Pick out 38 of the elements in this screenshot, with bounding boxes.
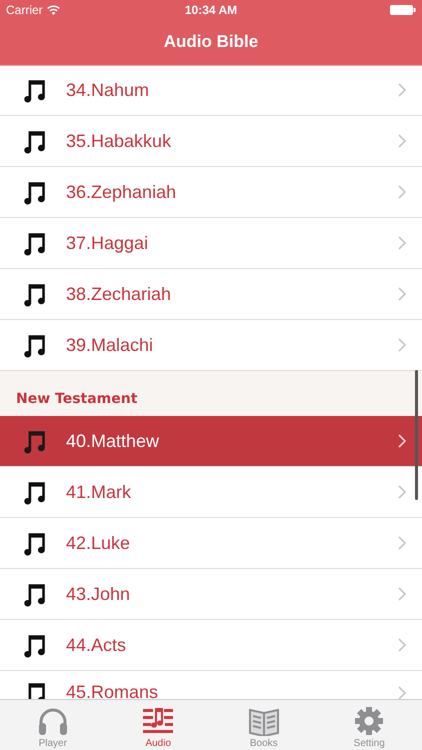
book-title: 34.Nahum xyxy=(66,80,150,100)
wifi-icon xyxy=(46,5,60,15)
chevron-icon xyxy=(398,587,406,601)
chevron-icon xyxy=(398,287,406,301)
tab[interactable]: Setting xyxy=(329,700,410,750)
chevron-icon xyxy=(398,485,406,499)
book-title: 43.John xyxy=(66,584,132,604)
chevron-icon xyxy=(398,185,406,199)
book-title: 45.Romans xyxy=(66,682,160,700)
list-row[interactable]: 40.Matthew xyxy=(0,416,422,467)
tab[interactable]: Player xyxy=(12,700,93,750)
carrier-name: Carrier xyxy=(6,3,43,17)
headphones-icon xyxy=(36,706,69,736)
chevron-icon xyxy=(398,536,406,550)
book-title: 39.Malachi xyxy=(66,334,154,356)
book-title: 36.Zephaniah xyxy=(66,182,178,202)
screen-title: Audio Bible xyxy=(162,31,260,53)
book-title: 38.Zechariah xyxy=(66,284,172,304)
chevron-icon xyxy=(398,434,406,448)
chevron-icon xyxy=(398,338,406,352)
chevron-icon xyxy=(398,83,406,97)
settings-icon xyxy=(353,706,386,736)
chevron-icon xyxy=(398,134,406,148)
music-list-icon xyxy=(142,706,174,736)
battery-icon xyxy=(390,5,416,15)
book-title: 37.Haggai xyxy=(66,232,150,254)
chevron-icon xyxy=(398,638,406,652)
book-title: 41.Mark xyxy=(66,482,132,502)
status-time: 10:34 AM xyxy=(184,3,238,17)
tab[interactable]: Audio xyxy=(118,700,198,750)
book-title: 42.Luke xyxy=(66,532,132,554)
book-title: 35.Habakkuk xyxy=(66,130,172,152)
book-title: 44.Acts xyxy=(66,634,128,656)
book-title: 40.Matthew xyxy=(66,430,160,452)
book-icon xyxy=(248,706,280,736)
section-header: New Testament xyxy=(0,371,422,416)
chevron-icon xyxy=(398,236,406,250)
tab[interactable]: Books xyxy=(224,700,304,750)
